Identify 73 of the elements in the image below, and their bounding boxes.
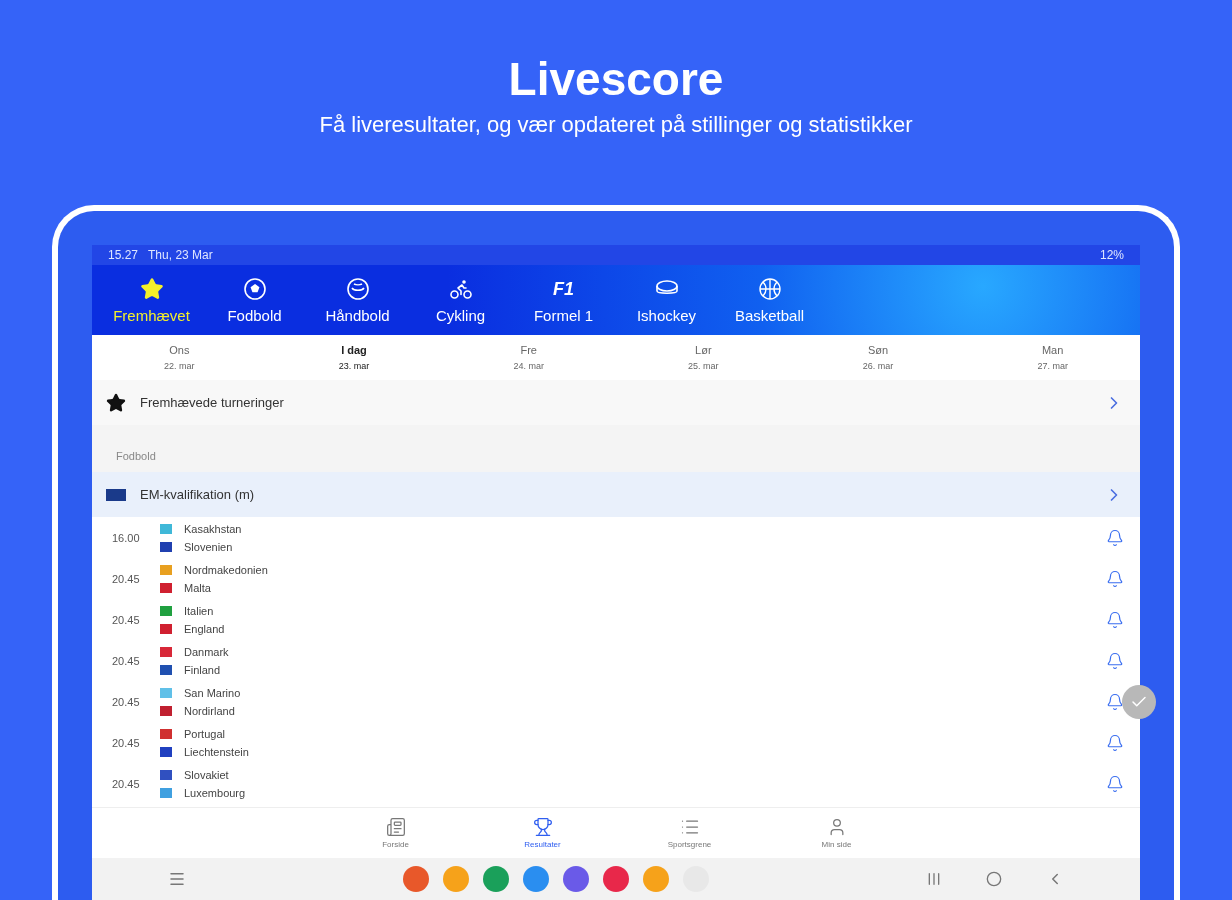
date-tab[interactable]: Man 27. mar	[965, 335, 1140, 380]
match-time: 20.45	[112, 572, 141, 585]
match-time: 20.45	[112, 777, 141, 790]
date-tab[interactable]: Fre 24. mar	[441, 335, 616, 380]
date-tab[interactable]: Lør 25. mar	[616, 335, 791, 380]
page-title: Livescore	[508, 52, 724, 106]
team-name: Slovakiet	[184, 768, 229, 781]
nav-item[interactable]: Resultater	[469, 808, 616, 858]
app-icon[interactable]	[603, 866, 629, 892]
news-icon	[385, 817, 406, 837]
ball-icon	[242, 276, 267, 301]
sport-tab[interactable]: Fremhævet	[100, 265, 203, 335]
team-name: Kasakhstan	[184, 522, 242, 535]
team-name: England	[184, 622, 225, 635]
league-name: EM-kvalifikation (m)	[140, 487, 256, 502]
app-icon[interactable]	[483, 866, 509, 892]
flag-icon	[106, 488, 126, 501]
trophy-icon	[532, 817, 553, 837]
app-icon[interactable]	[563, 866, 589, 892]
ball-icon	[345, 276, 370, 301]
app-icon[interactable]	[523, 866, 549, 892]
page-subtitle: Få liveresultater, og vær opdateret på stillinger og statistikker	[319, 112, 913, 138]
featured-label: Fremhævede turneringer	[140, 395, 285, 410]
sport-tab[interactable]: Håndbold	[306, 265, 409, 335]
match-time: 20.45	[112, 613, 141, 626]
match-time: 20.45	[112, 695, 141, 708]
bell-button[interactable]	[1106, 733, 1124, 752]
match-time: 16.00	[112, 531, 141, 544]
team-name: Nordirland	[184, 704, 235, 717]
battery-level: 12%	[1099, 248, 1124, 262]
match-time: 20.45	[112, 736, 141, 749]
date-tab[interactable]: I dag 23. mar	[266, 335, 442, 380]
edit-button[interactable]	[1122, 685, 1156, 719]
star-icon	[106, 392, 126, 413]
section-label: Fodbold	[116, 450, 156, 462]
status-date: Thu, 23 Mar	[148, 248, 213, 262]
team-name: Malta	[184, 581, 211, 594]
sport-tab[interactable]: Ishockey	[615, 265, 718, 335]
recents-icon[interactable]	[926, 871, 942, 887]
bell-button[interactable]	[1106, 651, 1124, 670]
team-name: Liechtenstein	[184, 745, 249, 758]
f1-icon: F1	[553, 276, 574, 301]
team-name: Nordmakedonien	[184, 563, 268, 576]
match-time: 20.45	[112, 654, 141, 667]
bell-button[interactable]	[1106, 610, 1124, 629]
team-name: Finland	[184, 663, 221, 676]
home-icon[interactable]	[986, 871, 1002, 887]
star-icon	[139, 276, 164, 301]
sport-tab[interactable]: Cykling	[409, 265, 512, 335]
nav-item[interactable]: Min side	[763, 808, 910, 858]
team-name: Danmark	[184, 645, 229, 658]
status-time: 15.27	[108, 248, 139, 262]
nav-item[interactable]: Forside	[322, 808, 469, 858]
league-row[interactable]: EM-kvalifikation (m)	[92, 472, 1140, 517]
bell-button[interactable]	[1106, 774, 1124, 793]
date-tab[interactable]: Søn 26. mar	[790, 335, 966, 380]
app-icon[interactable]	[403, 866, 429, 892]
sport-tab[interactable]: Basketball	[718, 265, 821, 335]
sport-tab[interactable]: F1 Formel 1	[512, 265, 615, 335]
bell-button[interactable]	[1106, 569, 1124, 588]
team-name: Portugal	[184, 727, 225, 740]
ball-icon	[757, 276, 782, 301]
team-name: San Marino	[184, 686, 241, 699]
featured-row[interactable]: Fremhævede turneringer	[92, 380, 1140, 425]
team-name: Luxembourg	[184, 786, 246, 799]
team-name: Italien	[184, 604, 214, 617]
date-tab[interactable]: Ons 22. mar	[92, 335, 267, 380]
bell-button[interactable]	[1106, 528, 1124, 547]
app-grid-icon[interactable]	[168, 870, 186, 888]
nav-item[interactable]: Sportsgrene	[616, 808, 763, 858]
sport-tab[interactable]: Fodbold	[203, 265, 306, 335]
team-name: Slovenien	[184, 540, 233, 553]
bell-button[interactable]	[1106, 692, 1124, 711]
